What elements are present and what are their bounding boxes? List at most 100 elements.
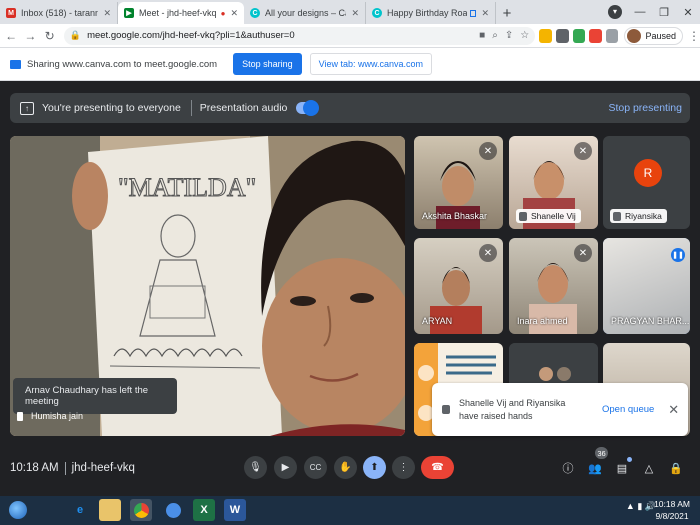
close-icon[interactable]: ✕ <box>351 8 359 19</box>
open-queue-button[interactable]: Open queue <box>602 404 654 415</box>
extension-icon[interactable] <box>539 28 552 43</box>
microphone-button[interactable]: 🎙 <box>244 456 267 479</box>
chrome-icon[interactable] <box>162 499 184 521</box>
profile-button[interactable]: Paused <box>624 26 683 45</box>
participant-name: PRAGYAN BHAR... <box>611 316 690 326</box>
gmail-icon: M <box>6 8 16 18</box>
tab-title: All your designs – Canva <box>265 8 346 18</box>
svg-text:"MATILDA": "MATILDA" <box>118 173 256 202</box>
participant-tile[interactable]: R Riyansika <box>603 136 690 229</box>
zoom-icon[interactable]: ⌕ <box>492 30 498 41</box>
camera-icon[interactable]: ■ <box>479 30 485 41</box>
tab-canva-birthday[interactable]: C Happy Birthday Roald Dahl! ✕ <box>366 2 496 24</box>
participant-tile[interactable]: ✕ Shanelle Vij <box>509 136 598 229</box>
close-icon[interactable]: ✕ <box>230 8 238 19</box>
tab-title: Inbox (518) - tarannum@theindia... <box>21 8 98 18</box>
share-icon[interactable]: ⇪ <box>505 30 513 41</box>
system-tray-icon[interactable]: ▲ ▮ 🔊 <box>626 501 656 512</box>
participant-tile-speaking[interactable]: ❚❚ PRAGYAN BHAR... <box>603 238 690 334</box>
tab-title: Meet - jhd-heef-vkq <box>139 8 217 18</box>
close-window-icon[interactable]: ✕ <box>676 6 700 19</box>
activities-button[interactable]: △ <box>639 458 659 478</box>
presentation-audio-label: Presentation audio <box>199 102 288 114</box>
extension-icon[interactable] <box>572 28 586 43</box>
star-icon[interactable]: ☆ <box>520 30 529 41</box>
lock-icon[interactable]: 🔒 <box>70 30 81 41</box>
tab-title: Happy Birthday Roald Dahl! <box>387 8 468 18</box>
tab-inbox[interactable]: M Inbox (518) - tarannum@theindia... ✕ <box>0 2 118 24</box>
taskbar-clock[interactable]: 10:18 AM 9/8/2021 <box>654 498 690 522</box>
captions-icon: CC <box>309 463 322 472</box>
back-icon[interactable]: ← <box>3 29 19 43</box>
mic-off-icon: ✕ <box>479 142 497 160</box>
sharing-icon <box>470 9 477 17</box>
raised-hand-chip: Shanelle Vij <box>516 209 581 223</box>
camera-button[interactable]: ▶ <box>274 456 297 479</box>
extension-icon[interactable] <box>555 28 569 43</box>
present-now-button[interactable]: ⬆ <box>363 456 386 479</box>
internet-explorer-icon[interactable]: e <box>69 499 91 521</box>
info-icon: ⓘ <box>562 463 574 475</box>
host-controls-button[interactable]: 🔒 <box>666 458 686 478</box>
participant-tile[interactable]: ✕ Inara ahmed <box>509 238 598 334</box>
close-icon[interactable]: ✕ <box>481 8 489 19</box>
raise-hand-button[interactable]: ✋ <box>334 456 357 479</box>
view-tab-button[interactable]: View tab: www.canva.com <box>309 53 433 75</box>
maximize-icon[interactable]: ❐ <box>652 6 676 19</box>
leave-call-button[interactable]: ☎ <box>421 456 454 479</box>
excel-icon[interactable]: X <box>193 499 215 521</box>
extensions-puzzle-icon[interactable] <box>605 28 619 43</box>
tab-strip: M Inbox (518) - tarannum@theindia... ✕ ▶… <box>0 0 700 24</box>
lock-icon: 🔒 <box>669 462 683 475</box>
tab-canva-designs[interactable]: C All your designs – Canva ✕ <box>244 2 366 24</box>
presentation-audio-toggle[interactable] <box>296 100 320 116</box>
more-options-button[interactable]: ⋮ <box>392 456 415 479</box>
screen-share-icon <box>10 59 21 69</box>
meeting-time: 10:18 AM <box>10 462 59 474</box>
tab-meet[interactable]: ▶ Meet - jhd-heef-vkq ● ✕ <box>118 2 244 24</box>
people-button[interactable]: 👥 36 <box>585 447 608 478</box>
participant-name: Humisha jain <box>31 411 84 421</box>
reload-icon[interactable]: ↻ <box>42 29 58 43</box>
windows-taskbar: e X W ▲ ▮ 🔊 10:18 AM 9/8/2021 <box>0 496 700 525</box>
raised-hands-toast: Shanelle Vij and Riyansika have raised h… <box>432 383 688 436</box>
new-tab-button[interactable]: + <box>496 2 518 24</box>
tab-search-icon[interactable]: ▾ <box>608 5 622 19</box>
meet-icon: ▶ <box>124 8 134 18</box>
file-explorer-icon[interactable] <box>99 499 121 521</box>
profile-status: Paused <box>645 30 676 41</box>
participant-tile[interactable]: ✕ ARYAN <box>414 238 503 334</box>
minimize-icon[interactable]: — <box>628 6 652 18</box>
extension-icon[interactable] <box>589 28 602 43</box>
close-icon[interactable]: ✕ <box>103 8 111 19</box>
pin-icon[interactable] <box>17 411 23 421</box>
url-text[interactable]: meet.google.com/jhd-heef-vkq?pli=1&authu… <box>87 30 472 41</box>
mic-off-icon: ✕ <box>574 142 592 160</box>
raised-hand-chip: Riyansika <box>610 209 667 223</box>
participant-name: ARYAN <box>422 316 453 326</box>
canva-icon: C <box>372 8 382 18</box>
forward-icon[interactable]: → <box>22 29 38 43</box>
address-bar[interactable]: 🔒 meet.google.com/jhd-heef-vkq?pli=1&aut… <box>63 26 536 45</box>
meeting-details-button[interactable]: ⓘ <box>558 458 578 478</box>
chrome-icon[interactable] <box>130 499 152 521</box>
word-icon[interactable]: W <box>224 499 246 521</box>
people-count-badge: 36 <box>595 447 608 459</box>
captions-button[interactable]: CC <box>304 456 327 479</box>
start-button[interactable] <box>9 501 27 519</box>
hang-up-icon: ☎ <box>431 462 444 473</box>
activities-icon: △ <box>644 462 654 475</box>
present-screen-icon: ⬆ <box>370 462 379 473</box>
participant-name: Shanelle Vij <box>531 211 576 221</box>
participant-tile[interactable]: ✕ Akshita Bhaskar <box>414 136 503 229</box>
camera-icon: ▶ <box>281 462 290 473</box>
divider <box>190 100 192 116</box>
chat-button[interactable]: ▤ <box>612 457 632 478</box>
close-icon[interactable]: ✕ <box>668 402 679 418</box>
stop-presenting-button[interactable]: Stop presenting <box>608 102 682 114</box>
browser-toolbar: ← → ↻ 🔒 meet.google.com/jhd-heef-vkq?pli… <box>0 24 700 48</box>
browser-menu-icon[interactable]: ⋮ <box>688 29 700 43</box>
stop-sharing-button[interactable]: Stop sharing <box>233 53 302 75</box>
raised-hands-text: Shanelle Vij and Riyansika have raised h… <box>459 397 566 421</box>
avatar <box>539 367 553 381</box>
